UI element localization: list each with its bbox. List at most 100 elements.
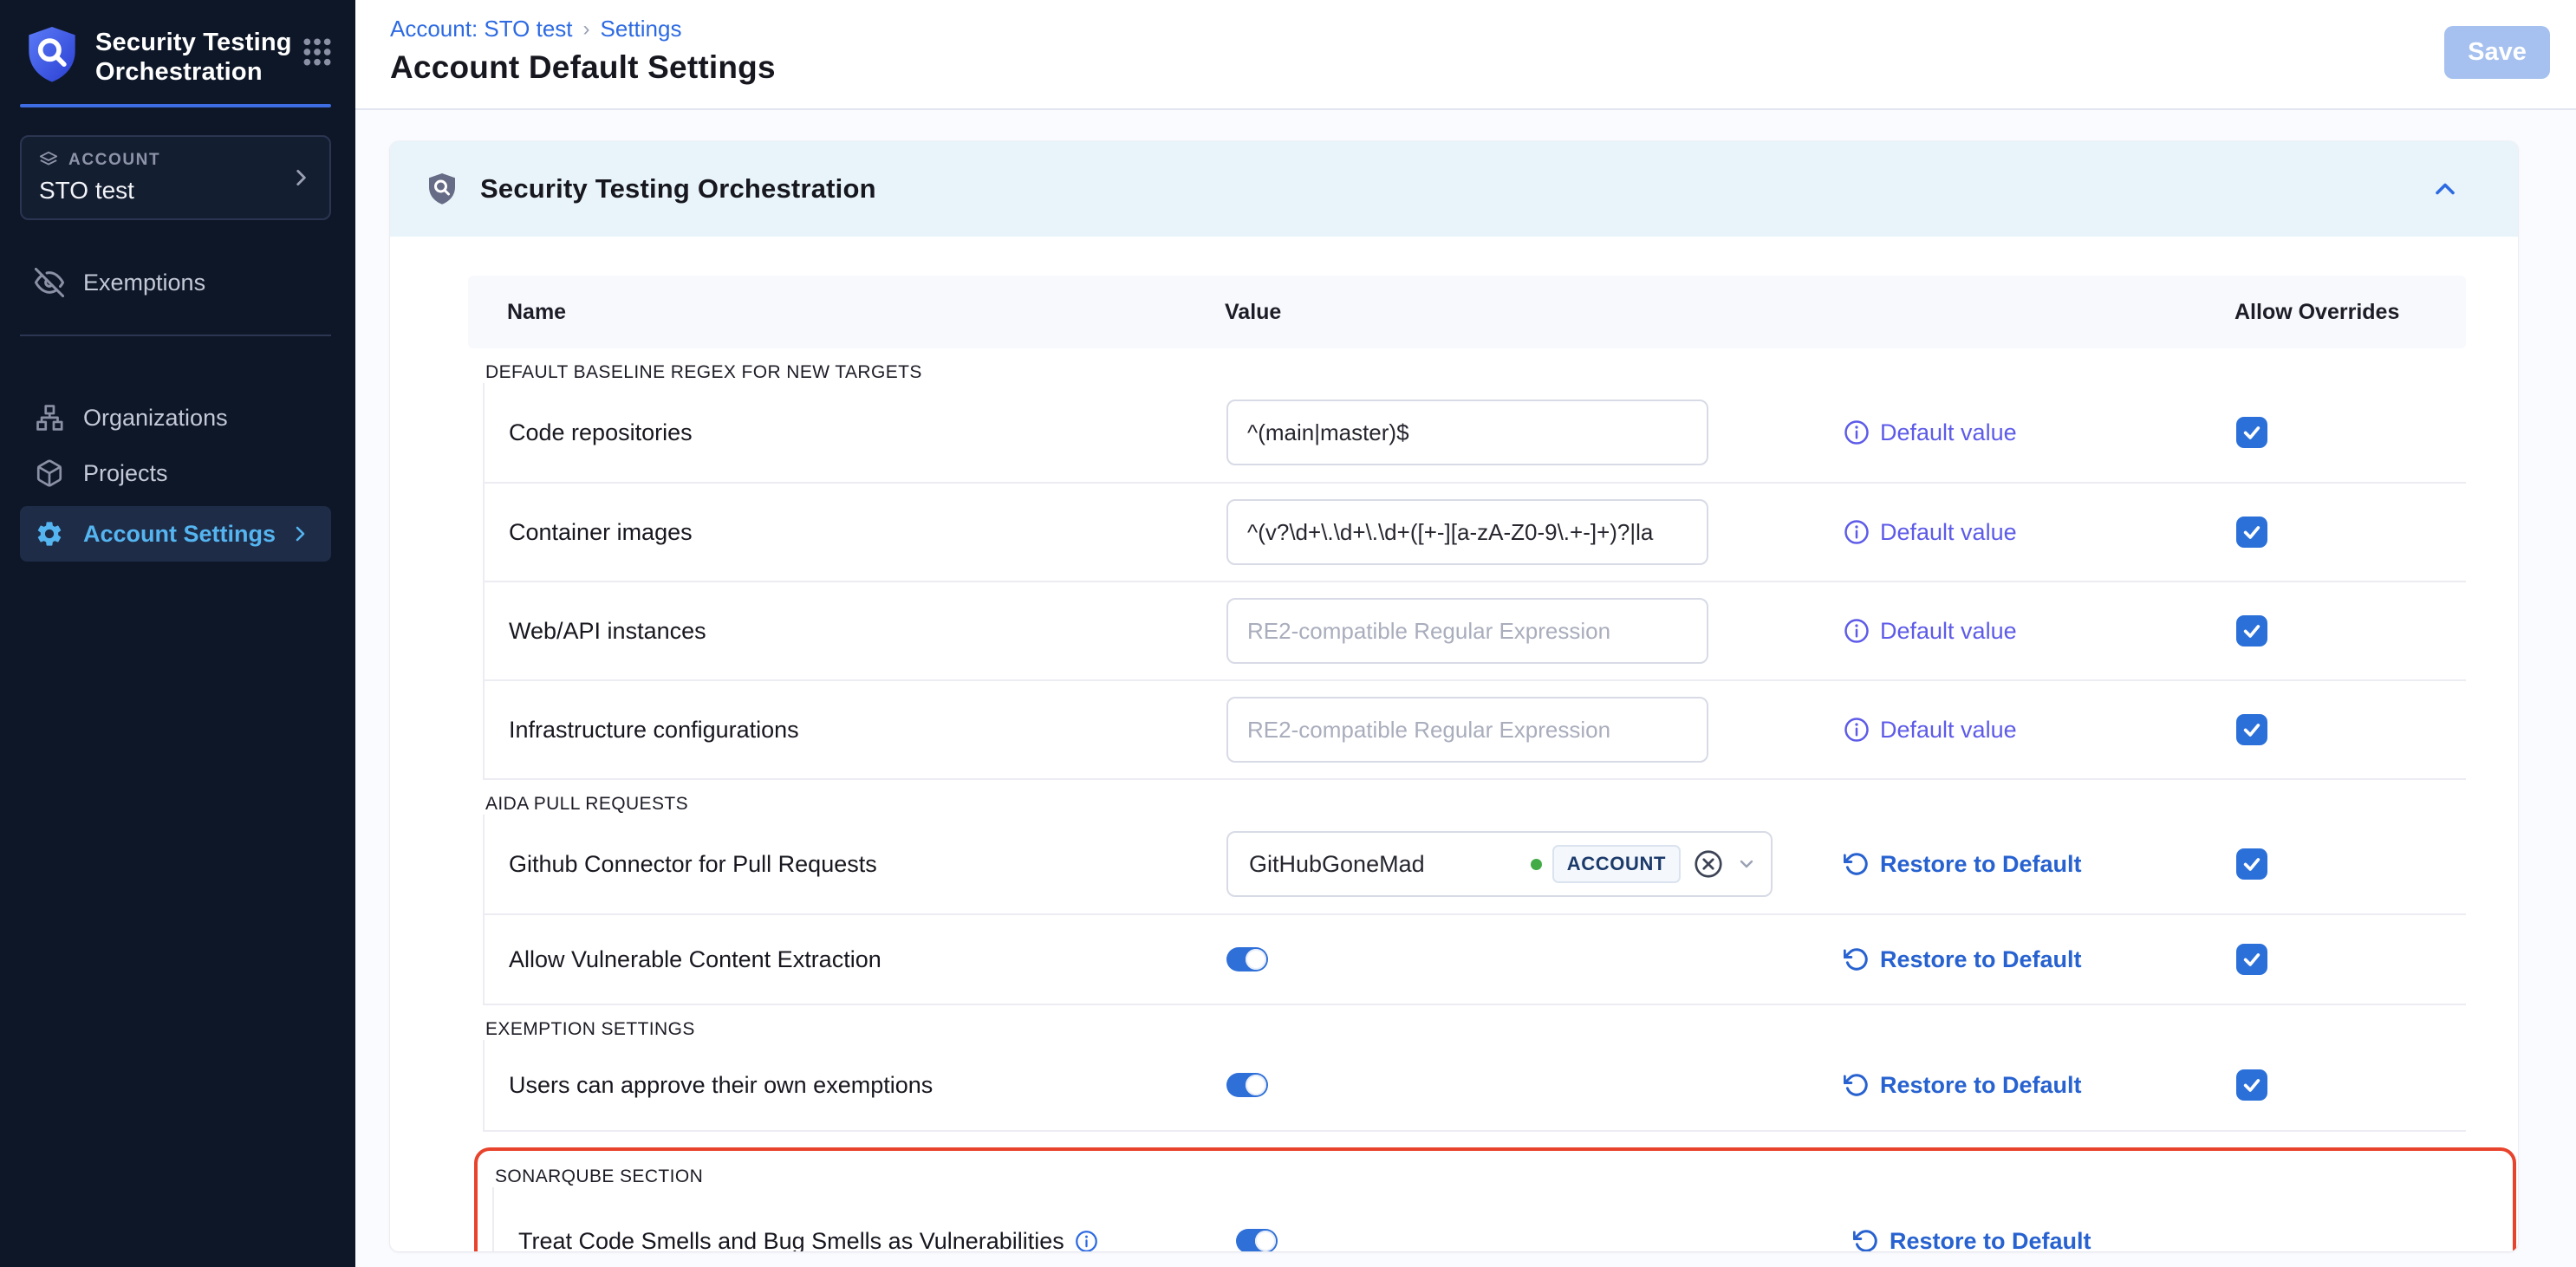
column-header-name: Name xyxy=(468,300,1225,325)
page-title: Account Default Settings xyxy=(390,49,776,86)
table-row: Container images Default value xyxy=(485,482,2466,581)
checkmark-icon xyxy=(2242,523,2261,542)
account-name: STO test xyxy=(39,177,289,205)
sidebar-item-organizations[interactable]: Organizations xyxy=(0,390,355,445)
breadcrumb: Account: STO test › Settings xyxy=(390,16,776,42)
rotate-ccw-icon xyxy=(1844,851,1870,877)
setting-name: Web/API instances xyxy=(485,618,1226,645)
code-repositories-regex-input[interactable] xyxy=(1226,400,1708,465)
allow-override-checkbox[interactable] xyxy=(2236,417,2267,448)
section-caption-default-baseline-regex: DEFAULT BASELINE REGEX FOR NEW TARGETS xyxy=(485,362,2466,383)
table-row: Treat Code Smells and Bug Smells as Vuln… xyxy=(494,1187,2478,1251)
chevron-right-icon xyxy=(289,523,310,544)
allow-override-checkbox[interactable] xyxy=(2236,615,2267,646)
rotate-ccw-icon xyxy=(1844,946,1870,972)
table-row: Infrastructure configurations Default va… xyxy=(485,679,2466,778)
allow-override-checkbox[interactable] xyxy=(2236,714,2267,745)
sidebar-item-label: Organizations xyxy=(83,405,228,432)
cube-icon xyxy=(35,458,64,488)
sidebar-item-projects[interactable]: Projects xyxy=(0,445,355,501)
settings-card: Security Testing Orchestration Name Valu… xyxy=(390,141,2518,1251)
account-scope-selector[interactable]: ACCOUNT STO test xyxy=(20,135,331,220)
default-value-link[interactable]: Default value xyxy=(1844,717,2236,744)
checkmark-icon xyxy=(2242,854,2261,874)
x-circle-icon[interactable] xyxy=(1693,848,1724,880)
app-title: Security Testing Orchestration xyxy=(95,23,300,87)
page-header: Account: STO test › Settings Account Def… xyxy=(355,0,2576,110)
info-circle-icon xyxy=(1844,618,1870,644)
sidebar-header: Security Testing Orchestration xyxy=(0,0,355,87)
app-root: Security Testing Orchestration xyxy=(0,0,2576,1267)
module-accent-bar xyxy=(20,104,331,107)
allow-vulnerable-content-toggle[interactable] xyxy=(1226,947,1268,971)
connector-status-dot xyxy=(1531,859,1542,870)
gear-icon xyxy=(35,519,64,549)
account-scope-info: ACCOUNT STO test xyxy=(39,151,289,205)
table-row: Users can approve their own exemptions R… xyxy=(485,1040,2466,1130)
breadcrumb-separator-icon: › xyxy=(583,17,590,42)
sto-panel-header[interactable]: Security Testing Orchestration xyxy=(390,141,2518,237)
column-header-allow-overrides: Allow Overrides xyxy=(2234,300,2466,325)
github-connector-select[interactable]: GitHubGoneMad ACCOUNT xyxy=(1226,831,1773,897)
checkmark-icon xyxy=(2242,720,2261,739)
default-value-link[interactable]: Default value xyxy=(1844,519,2236,546)
sidebar-nav: Exemptions Organizations P xyxy=(0,255,355,562)
info-circle-icon[interactable] xyxy=(1075,1230,1098,1252)
column-header-value: Value xyxy=(1225,300,1842,325)
content-area: Security Testing Orchestration Name Valu… xyxy=(355,110,2576,1267)
app-switcher-grid-icon[interactable] xyxy=(300,35,335,69)
connector-name: GitHubGoneMad xyxy=(1249,851,1531,878)
sidebar-item-label: Account Settings xyxy=(83,521,276,548)
setting-name: Allow Vulnerable Content Extraction xyxy=(485,946,1226,973)
info-circle-icon xyxy=(1844,419,1870,445)
section-rows: Users can approve their own exemptions R… xyxy=(483,1040,2466,1132)
users-approve-own-exemptions-toggle[interactable] xyxy=(1226,1073,1268,1097)
restore-to-default-link[interactable]: Restore to Default xyxy=(1844,1072,2236,1099)
section-caption-aida-pull-requests: AIDA PULL REQUESTS xyxy=(485,794,2466,815)
table-row: Code repositories Default value xyxy=(485,383,2466,482)
sidebar-item-exemptions[interactable]: Exemptions xyxy=(0,255,355,310)
treat-code-smells-toggle[interactable] xyxy=(1236,1229,1278,1251)
default-value-link[interactable]: Default value xyxy=(1844,618,2236,645)
chevron-down-icon[interactable] xyxy=(1736,854,1757,874)
breadcrumb-account-link[interactable]: Account: STO test xyxy=(390,16,573,42)
save-button[interactable]: Save xyxy=(2444,26,2550,79)
allow-override-checkbox[interactable] xyxy=(2236,1069,2267,1101)
table-row: Allow Vulnerable Content Extraction Rest… xyxy=(485,913,2466,1004)
allow-override-checkbox[interactable] xyxy=(2236,848,2267,880)
sidebar-item-label: Exemptions xyxy=(83,270,205,296)
table-header-row: Name Value Allow Overrides xyxy=(468,276,2466,348)
default-value-link[interactable]: Default value xyxy=(1844,419,2236,446)
account-scope-label: ACCOUNT xyxy=(68,151,160,170)
checkmark-icon xyxy=(2242,950,2261,969)
connector-scope-tag: ACCOUNT xyxy=(1552,845,1681,883)
chevron-up-icon[interactable] xyxy=(2430,173,2461,205)
web-api-instances-regex-input[interactable] xyxy=(1226,598,1708,664)
allow-override-checkbox[interactable] xyxy=(2236,517,2267,548)
setting-name: Users can approve their own exemptions xyxy=(485,1072,1226,1099)
container-images-regex-input[interactable] xyxy=(1226,499,1708,565)
settings-table: Name Value Allow Overrides DEFAULT BASEL… xyxy=(390,237,2518,1251)
setting-name: Treat Code Smells and Bug Smells as Vuln… xyxy=(494,1228,1236,1252)
sidebar-item-label: Projects xyxy=(83,460,168,487)
restore-to-default-link[interactable]: Restore to Default xyxy=(1853,1228,2246,1252)
section-caption-sonarqube: SONARQUBE SECTION xyxy=(495,1166,2478,1187)
info-circle-icon xyxy=(1844,717,1870,743)
restore-to-default-link[interactable]: Restore to Default xyxy=(1844,851,2236,878)
section-caption-exemption-settings: EXEMPTION SETTINGS xyxy=(485,1019,2466,1040)
setting-name: Infrastructure configurations xyxy=(485,717,1226,744)
rotate-ccw-icon xyxy=(1853,1228,1879,1251)
infrastructure-config-regex-input[interactable] xyxy=(1226,697,1708,763)
chevron-right-icon xyxy=(289,166,312,189)
info-circle-icon xyxy=(1844,519,1870,545)
breadcrumb-settings-link[interactable]: Settings xyxy=(601,16,682,42)
checkmark-icon xyxy=(2242,621,2261,640)
sidebar: Security Testing Orchestration xyxy=(0,0,355,1267)
allow-override-checkbox[interactable] xyxy=(2236,944,2267,975)
restore-to-default-link[interactable]: Restore to Default xyxy=(1844,946,2236,973)
sidebar-divider xyxy=(20,335,331,336)
sidebar-item-account-settings[interactable]: Account Settings xyxy=(20,506,331,562)
section-rows: Github Connector for Pull Requests GitHu… xyxy=(483,815,2466,1005)
setting-name: Github Connector for Pull Requests xyxy=(485,851,1226,878)
layers-icon xyxy=(39,151,58,170)
